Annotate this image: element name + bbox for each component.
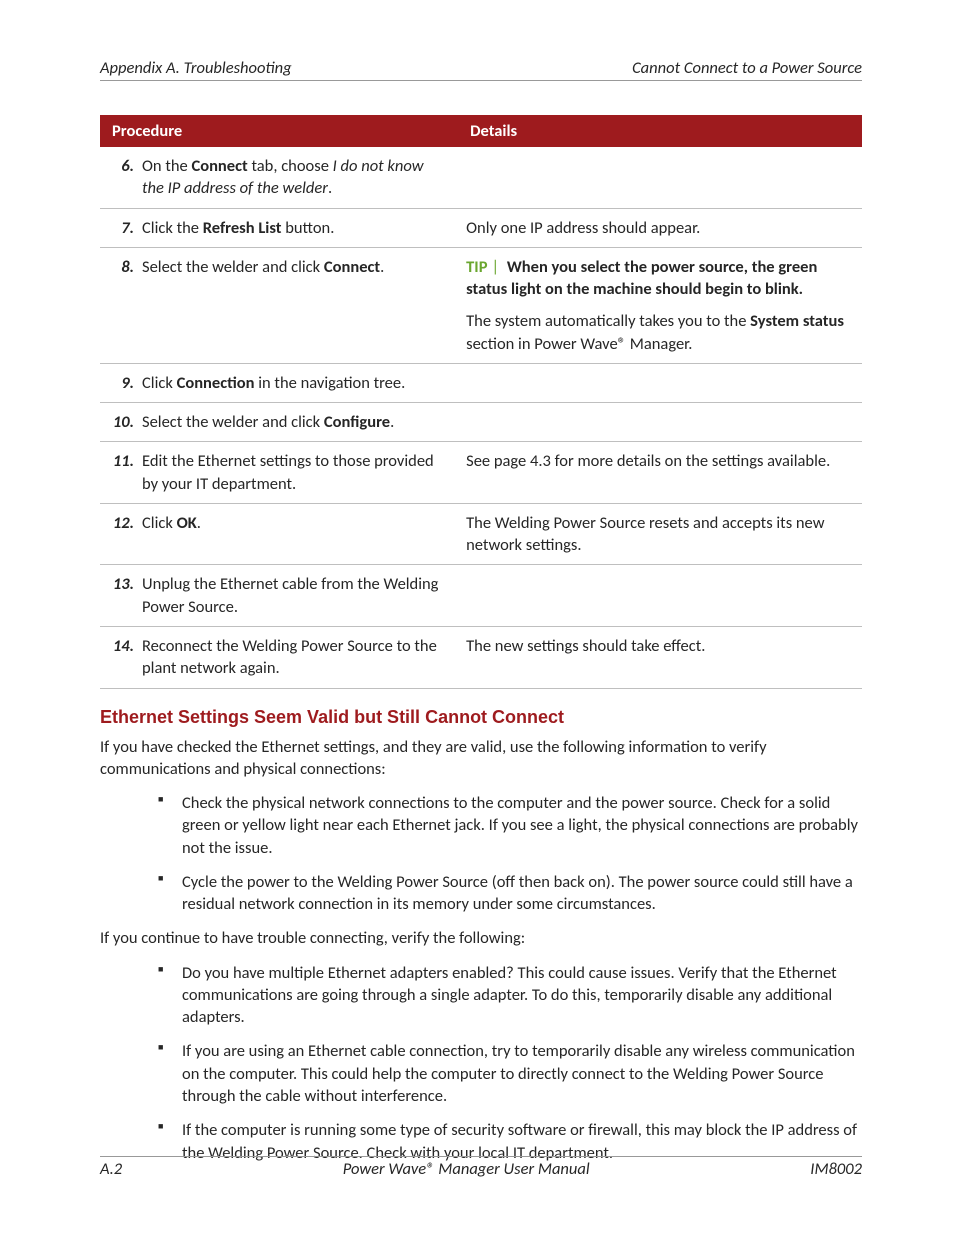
header-right: Cannot Connect to a Power Source — [632, 58, 862, 78]
table-row: 12. Click OK. The Welding Power Source r… — [100, 503, 862, 565]
footer-right: IM8002 — [810, 1159, 862, 1179]
procedure-table: Procedure Details 6. On the Connect tab,… — [100, 115, 862, 689]
step-text: Select the welder and click Connect. — [142, 256, 450, 278]
details-text: Only one IP address should appear. — [458, 208, 862, 247]
step-num: 13. — [100, 573, 142, 618]
body-paragraph: If you have checked the Ethernet setting… — [100, 736, 862, 781]
section-heading: Ethernet Settings Seem Valid but Still C… — [100, 707, 862, 728]
col-details: Details — [458, 115, 862, 147]
bullet-list: Check the physical network connections t… — [100, 792, 862, 915]
step-num: 8. — [100, 256, 142, 278]
table-row: 11. Edit the Ethernet settings to those … — [100, 442, 862, 504]
bullet-list: Do you have multiple Ethernet adapters e… — [100, 962, 862, 1164]
footer-left: A.2 — [100, 1159, 122, 1179]
table-row: 6. On the Connect tab, choose I do not k… — [100, 147, 862, 208]
list-item: Check the physical network connections t… — [158, 792, 862, 859]
header-left: Appendix A. Troubleshooting — [100, 58, 292, 78]
details-text: TIP| When you select the power source, t… — [458, 247, 862, 363]
step-text: Reconnect the Welding Power Source to th… — [142, 635, 450, 680]
list-item: Do you have multiple Ethernet adapters e… — [158, 962, 862, 1029]
table-row: 13. Unplug the Ethernet cable from the W… — [100, 565, 862, 627]
body-paragraph: If you continue to have trouble connecti… — [100, 927, 862, 949]
tip-label: TIP — [466, 257, 487, 277]
step-text: Click the Refresh List button. — [142, 217, 450, 239]
step-num: 12. — [100, 512, 142, 534]
table-row: 9. Click Connection in the navigation tr… — [100, 363, 862, 402]
table-row: 8. Select the welder and click Connect. … — [100, 247, 862, 363]
table-row: 7. Click the Refresh List button. Only o… — [100, 208, 862, 247]
page-header: Appendix A. Troubleshooting Cannot Conne… — [100, 58, 862, 81]
details-text: The Welding Power Source resets and acce… — [458, 503, 862, 565]
step-num: 14. — [100, 635, 142, 680]
step-num: 11. — [100, 450, 142, 495]
step-text: Edit the Ethernet settings to those prov… — [142, 450, 450, 495]
step-num: 6. — [100, 155, 142, 200]
step-text: Select the welder and click Configure. — [142, 411, 450, 433]
step-num: 10. — [100, 411, 142, 433]
footer-center: Power Wave® Manager User Manual — [122, 1159, 810, 1179]
table-row: 14. Reconnect the Welding Power Source t… — [100, 626, 862, 688]
table-row: 10. Select the welder and click Configur… — [100, 403, 862, 442]
step-text: Unplug the Ethernet cable from the Weldi… — [142, 573, 450, 618]
step-text: On the Connect tab, choose I do not know… — [142, 155, 450, 200]
details-text: See page 4.3 for more details on the set… — [458, 442, 862, 504]
list-item: If you are using an Ethernet cable conne… — [158, 1040, 862, 1107]
step-text: Click Connection in the navigation tree. — [142, 372, 450, 394]
details-text: The new settings should take effect. — [458, 626, 862, 688]
step-num: 7. — [100, 217, 142, 239]
page-footer: A.2 Power Wave® Manager User Manual IM80… — [100, 1156, 862, 1179]
step-num: 9. — [100, 372, 142, 394]
tip-sep: | — [487, 257, 503, 277]
col-procedure: Procedure — [100, 115, 458, 147]
step-text: Click OK. — [142, 512, 450, 534]
list-item: Cycle the power to the Welding Power Sou… — [158, 871, 862, 916]
